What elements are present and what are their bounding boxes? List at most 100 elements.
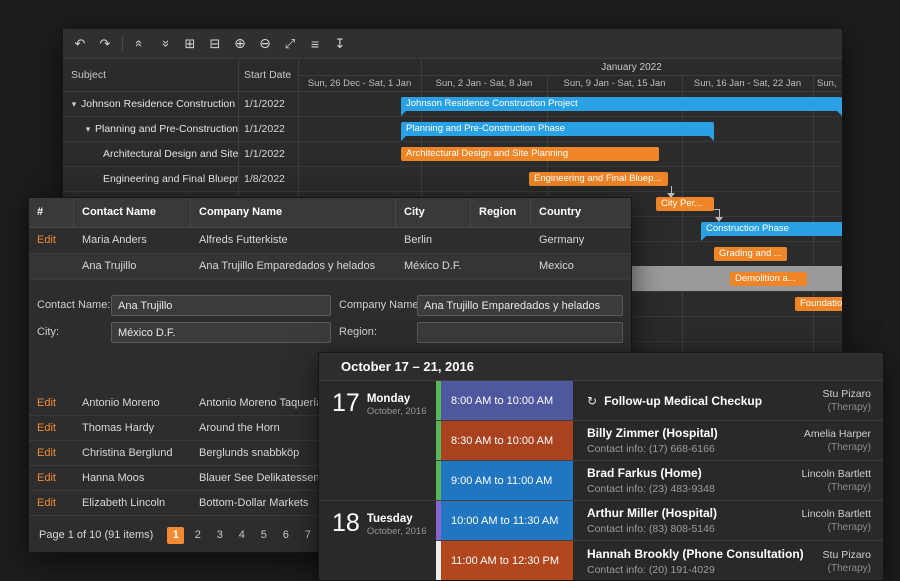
pager-page-4[interactable]: 4 [233,527,250,544]
undo-icon[interactable] [69,33,91,55]
gantt-bar-task[interactable]: Foundation [795,297,843,311]
contact-name-input[interactable] [111,295,331,316]
scheduler-title: October 17 – 21, 2016 [319,353,883,381]
gantt-bar-label: Johnson Residence Construction Project [401,97,842,111]
column-header-country[interactable]: Country [531,198,633,227]
pager-page-3[interactable]: 3 [211,527,228,544]
pager-summary: Page 1 of 10 (91 items) [39,529,153,541]
gantt-bar-label: Demolition a... [730,272,807,286]
day-weekday: Tuesday [367,513,427,525]
company-name-input[interactable] [417,295,623,316]
gantt-bar-label: Construction Phase [701,222,843,236]
contact-row[interactable]: Edit Maria Anders Alfreds Futterkiste Be… [29,228,631,254]
task-subject: Architectural Design and Site... [103,148,238,160]
cell-country: Germany [531,228,633,253]
cell-contact-name: Antonio Moreno [74,391,191,415]
appointment-role: (Therapy) [802,522,871,533]
appointment-role: (Therapy) [804,442,871,453]
city-input[interactable] [111,322,331,343]
appointment-title: Brad Farkus (Home) [587,466,715,480]
appointment-row[interactable]: 11:00 AM to 12:30 PM Hannah Brookly (Pho… [436,541,883,580]
appointment-row[interactable]: 8:30 AM to 10:00 AM Billy Zimmer (Hospit… [436,421,883,461]
region-input[interactable] [417,322,623,343]
gantt-bar-label: Grading and ... [714,247,787,261]
edit-link[interactable]: Edit [29,228,74,253]
appointment-title: Follow-up Medical Checkup [604,394,762,408]
pager-page-7[interactable]: 7 [299,527,316,544]
edit-link[interactable] [29,254,74,279]
day-monthyear: October, 2016 [367,526,427,537]
contact-row-selected[interactable]: Ana Trujillo Ana Trujillo Emparedados y … [29,254,631,280]
appointment-contact-info: Contact info: (23) 483-9348 [587,483,715,495]
timeline-month-label: January 2022 [421,59,842,75]
column-header-start-date[interactable]: Start Date [244,59,291,91]
collapse-all-icon[interactable] [129,33,151,55]
zoom-to-fit-icon[interactable] [279,33,301,55]
gantt-bar-summary[interactable]: Johnson Residence Construction Project [401,97,842,111]
desktop: Subject Start Date January 2022 Sun, 26 … [0,0,900,581]
appointment-row[interactable]: 9:00 AM to 11:00 AM Brad Farkus (Home) C… [436,461,883,501]
task-details-icon[interactable] [304,33,326,55]
edit-link[interactable]: Edit [29,466,74,490]
add-task-icon[interactable] [179,33,201,55]
grid-header-row: # Contact Name Company Name City Region … [29,198,631,228]
pager-page-1[interactable]: 1 [167,527,184,544]
toolbar-separator [122,36,123,51]
gantt-bar-summary[interactable]: Construction Phase [701,222,843,236]
appointment-row[interactable]: 10:00 AM to 11:30 AM Arthur Miller (Hosp… [436,501,883,541]
column-header-subject[interactable]: Subject [71,59,106,91]
column-header-contact-name[interactable]: Contact Name [74,198,191,227]
timeline-week-cell: Sun, [813,76,843,91]
gantt-bar-task[interactable]: City Per... [656,197,714,211]
gantt-bar-summary[interactable]: Planning and Pre-Construction Phase [401,122,714,136]
column-header-region[interactable]: Region [471,198,531,227]
city-label: City: [37,322,59,343]
zoom-out-icon[interactable] [254,33,276,55]
expand-all-icon[interactable] [154,33,176,55]
pager-page-5[interactable]: 5 [255,527,272,544]
timeline-week-cell: Sun, 26 Dec - Sat, 1 Jan [298,76,421,91]
edit-link[interactable]: Edit [29,416,74,440]
appointment-contact-info: Contact info: (17) 668-6166 [587,443,718,455]
column-header-city[interactable]: City [396,198,471,227]
gantt-toolbar [63,29,842,59]
gantt-bar-task[interactable]: Architectural Design and Site Planning [401,147,659,161]
gantt-bar-task[interactable]: Demolition a... [730,272,807,286]
timeline-week-cell: Sun, 16 Jan - Sat, 22 Jan [682,76,813,91]
appointment-time: 8:30 AM to 10:00 AM [441,421,573,460]
gantt-bar-task[interactable]: Grading and ... [714,247,787,261]
add-subtask-icon[interactable] [204,33,226,55]
contact-name-label: Contact Name: [37,295,110,316]
cell-company-name: Alfreds Futterkiste [191,228,396,253]
edit-link[interactable]: Edit [29,491,74,515]
pager-page-6[interactable]: 6 [277,527,294,544]
redo-icon[interactable] [94,33,116,55]
appointment-time: 9:00 AM to 11:00 AM [441,461,573,500]
column-header-company-name[interactable]: Company Name [191,198,396,227]
edit-form: Contact Name: Company Name: City: Region… [29,280,631,348]
cell-contact-name: Maria Anders [74,228,191,253]
export-icon[interactable] [329,33,351,55]
gantt-bar-label: Engineering and Final Bluep... [529,172,668,186]
appointment-contact-info: Contact info: (83) 808-5146 [587,523,717,535]
agenda-day-cell: 17 Monday October, 2016 [319,381,436,501]
cell-region [471,228,531,253]
edit-link[interactable]: Edit [29,391,74,415]
column-header-number[interactable]: # [29,198,74,227]
appointment-time: 11:00 AM to 12:30 PM [441,541,573,580]
edit-link[interactable]: Edit [29,441,74,465]
gantt-bar-task[interactable]: Engineering and Final Bluep... [529,172,668,186]
cell-region [471,254,531,279]
appointment-person: Amelia Harper [804,428,871,440]
zoom-in-icon[interactable] [229,33,251,55]
gantt-row[interactable]: Engineering and Final Bluepr... 1/8/2022 [63,167,842,192]
expand-toggle-icon[interactable] [67,99,81,110]
pager-page-2[interactable]: 2 [189,527,206,544]
appointment-title: Hannah Brookly (Phone Consultation) [587,547,804,561]
gantt-bar-label: City Per... [656,197,714,211]
appointment-title: Arthur Miller (Hospital) [587,506,717,520]
appointment-row[interactable]: 8:00 AM to 10:00 AM Follow-up Medical Ch… [436,381,883,421]
day-monthyear: October, 2016 [367,406,427,417]
expand-toggle-icon[interactable] [81,124,95,135]
timeline-week-cell: Sun, 2 Jan - Sat, 8 Jan [421,76,547,91]
